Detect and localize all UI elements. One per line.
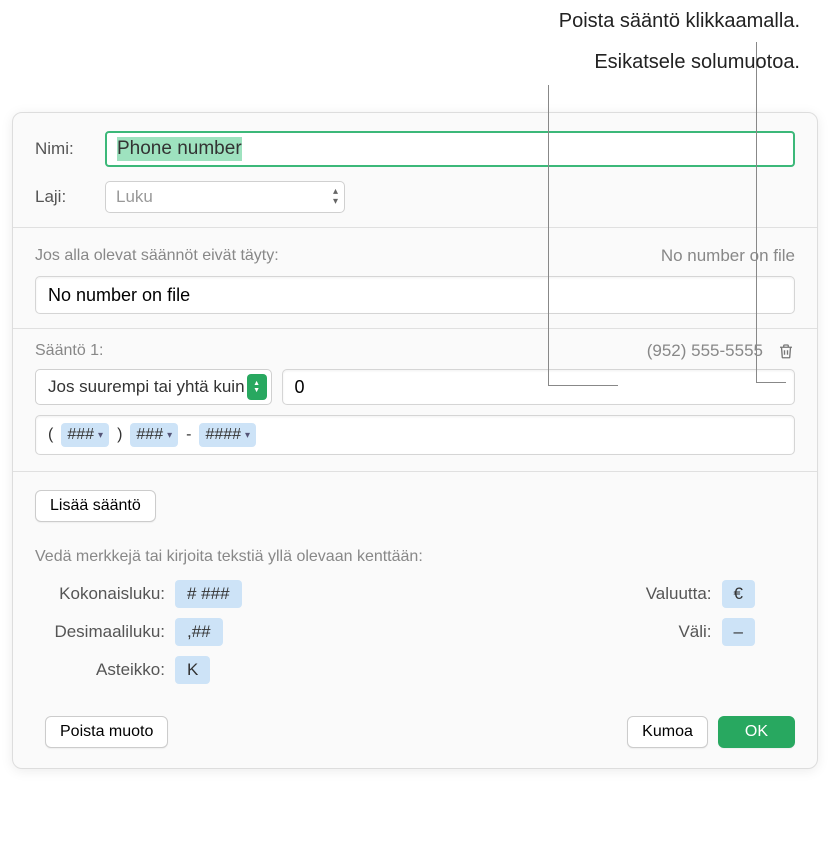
format-pattern-field[interactable]: ( ### ▾ ) ### ▾ - #### ▾ bbox=[35, 415, 795, 455]
add-rule-button[interactable]: Lisää sääntö bbox=[35, 490, 156, 522]
decimal-chip[interactable]: ,## bbox=[175, 618, 223, 646]
digit-token[interactable]: ### ▾ bbox=[130, 423, 178, 447]
type-label: Laji: bbox=[35, 187, 105, 207]
digit-token[interactable]: ### ▾ bbox=[61, 423, 109, 447]
callout-delete-rule: Poista sääntö klikkaamalla. bbox=[559, 10, 800, 33]
digit-token[interactable]: #### ▾ bbox=[199, 423, 256, 447]
leader-line bbox=[756, 42, 757, 382]
threshold-input[interactable] bbox=[282, 369, 795, 405]
ok-button[interactable]: OK bbox=[718, 716, 795, 748]
name-input[interactable]: Phone number bbox=[105, 131, 795, 167]
literal-open-paren: ( bbox=[46, 426, 55, 444]
integer-chip[interactable]: # ### bbox=[175, 580, 242, 608]
drag-heading: Vedä merkkejä tai kirjoita tekstiä yllä … bbox=[35, 548, 795, 566]
trash-icon[interactable] bbox=[777, 341, 795, 361]
type-select[interactable]: Luku ▴▾ bbox=[105, 181, 345, 213]
callout-preview-format: Esikatsele solumuotoa. bbox=[559, 51, 800, 74]
chevron-down-icon: ▾ bbox=[245, 430, 250, 441]
space-label: Väli: bbox=[622, 622, 712, 642]
decimal-label: Desimaaliluku: bbox=[35, 622, 165, 642]
currency-chip[interactable]: € bbox=[722, 580, 755, 608]
space-chip[interactable]: – bbox=[722, 618, 755, 646]
name-input-value: Phone number bbox=[117, 137, 242, 161]
chevron-down-icon: ▾ bbox=[98, 430, 103, 441]
leader-line bbox=[548, 85, 549, 385]
rule1-preview: (952) 555-5555 bbox=[647, 341, 763, 361]
chevron-updown-icon: ▴▾ bbox=[333, 187, 338, 207]
delete-format-button[interactable]: Poista muoto bbox=[45, 716, 168, 748]
scale-label: Asteikko: bbox=[35, 660, 165, 680]
rule1-heading: Sääntö 1: bbox=[35, 342, 104, 360]
chevron-updown-icon: ▲▼ bbox=[247, 374, 267, 400]
leader-line bbox=[548, 385, 618, 386]
chevron-down-icon: ▾ bbox=[167, 430, 172, 441]
default-rule-preview: No number on file bbox=[661, 246, 795, 266]
default-rule-heading: Jos alla olevat säännöt eivät täyty: bbox=[35, 247, 279, 265]
leader-line bbox=[756, 382, 786, 383]
currency-label: Valuutta: bbox=[622, 584, 712, 604]
condition-select-value: Jos suurempi tai yhtä kuin bbox=[48, 377, 245, 397]
type-select-value: Luku bbox=[116, 187, 153, 207]
condition-select[interactable]: Jos suurempi tai yhtä kuin ▲▼ bbox=[35, 369, 272, 405]
name-label: Nimi: bbox=[35, 139, 105, 159]
literal-dash: - bbox=[184, 426, 193, 444]
cancel-button[interactable]: Kumoa bbox=[627, 716, 708, 748]
scale-chip[interactable]: K bbox=[175, 656, 210, 684]
default-rule-input[interactable] bbox=[35, 276, 795, 314]
integer-label: Kokonaisluku: bbox=[35, 584, 165, 604]
literal-close-paren: ) bbox=[115, 426, 124, 444]
custom-format-dialog: Nimi: Phone number Laji: Luku ▴▾ Jos all… bbox=[12, 112, 818, 769]
